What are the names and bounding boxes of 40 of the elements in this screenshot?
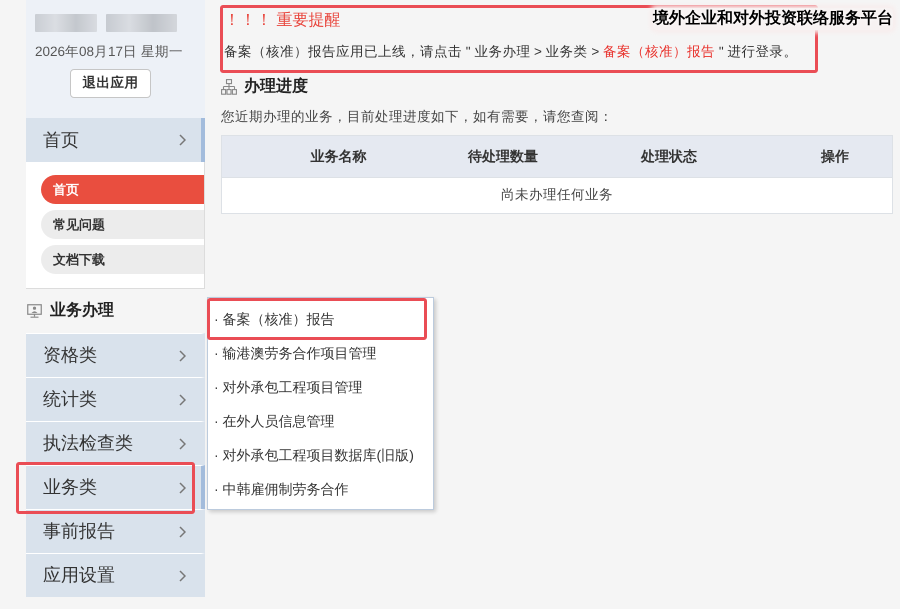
chevron-right-icon xyxy=(179,526,186,538)
menu-item[interactable]: 应用设置 xyxy=(26,553,205,597)
notice-title: ！！！ 重要提醒 xyxy=(224,10,340,31)
description-text: 您近期办理的业务，目前处理进度如下，如有需要，请您查阅： xyxy=(221,108,614,126)
blurred-text-icon xyxy=(35,14,97,32)
dropdown-item[interactable]: · 输港澳劳务合作项目管理 xyxy=(208,336,433,370)
dropdown-item[interactable]: · 在外人员信息管理 xyxy=(208,404,433,438)
dropdown-item[interactable]: · 中韩雇佣制劳务合作 xyxy=(208,472,433,506)
chevron-right-icon xyxy=(179,350,186,362)
section-title: 业务办理 xyxy=(50,300,114,321)
chevron-right-icon xyxy=(179,482,186,494)
column-header: 业务名称 xyxy=(310,147,368,166)
logout-button[interactable]: 退出应用 xyxy=(70,69,151,98)
section-title: 办理进度 xyxy=(244,76,308,97)
date-text: 2026年08月17日 星期一 xyxy=(35,43,184,61)
menu-item[interactable]: 事前报告 xyxy=(26,509,205,553)
menu-item[interactable]: 执法检查类 xyxy=(26,421,205,465)
dropdown-item[interactable]: · 备案（核准）报告 xyxy=(208,302,433,336)
menu-header[interactable]: 首页 xyxy=(26,118,205,162)
notice-message: 备案（核准）报告应用已上线，请点击 " 业务办理 > 业务类 > 备案（核准）报告 " 进行登录。 xyxy=(224,43,798,61)
platform-title: 境外企业和对外投资联络服务平台 xyxy=(653,8,893,30)
chevron-right-icon xyxy=(179,570,186,582)
menu-item[interactable]: 业务类 xyxy=(26,465,205,509)
chevron-right-icon xyxy=(179,134,186,146)
hierarchy-icon xyxy=(221,79,237,95)
column-header: 操作 xyxy=(820,147,850,166)
chevron-right-icon xyxy=(179,438,186,450)
chevron-right-icon xyxy=(179,394,186,406)
dropdown-item[interactable]: · 对外承包工程项目管理 xyxy=(208,370,433,404)
monitor-icon xyxy=(27,304,42,318)
column-header: 处理状态 xyxy=(640,147,698,166)
menu-item[interactable]: 统计类 xyxy=(26,377,205,421)
empty-message: 尚未办理任何业务 xyxy=(501,186,613,204)
menu-item[interactable]: 资格类 xyxy=(26,333,205,377)
blurred-text-icon xyxy=(106,14,177,32)
column-header: 待处理数量 xyxy=(466,147,539,166)
submenu-item[interactable]: 文档下载 xyxy=(41,245,204,274)
submenu-item[interactable]: 首页 xyxy=(41,175,204,204)
dropdown-item[interactable]: · 对外承包工程项目数据库(旧版) xyxy=(208,438,433,472)
submenu-item[interactable]: 常见问题 xyxy=(41,210,204,239)
